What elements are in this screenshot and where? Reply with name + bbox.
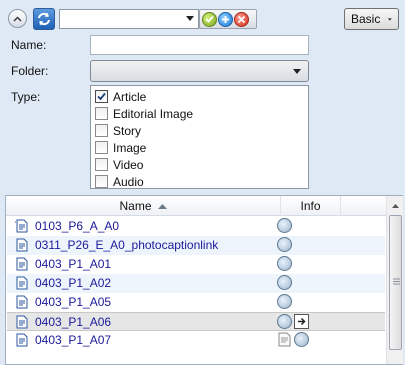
globe-icon <box>294 332 309 347</box>
table-row[interactable]: 0403_P1_A05 <box>7 293 385 312</box>
row-info <box>277 294 292 309</box>
row-name: 0403_P1_A07 <box>35 333 112 347</box>
table-row[interactable]: 0403_P1_A02 <box>7 274 385 293</box>
column-header-info[interactable]: Info <box>281 196 341 216</box>
type-item-audio[interactable]: Audio <box>95 173 144 190</box>
refresh-icon <box>38 12 50 26</box>
type-item-video[interactable]: Video <box>95 156 143 173</box>
query-actions <box>199 9 257 29</box>
row-info <box>277 256 292 271</box>
close-icon <box>237 15 246 23</box>
checkbox[interactable] <box>95 175 108 188</box>
mode-label: Basic <box>351 12 381 26</box>
type-item-label: Article <box>113 89 147 104</box>
checkbox[interactable] <box>95 158 108 171</box>
table-row-selected[interactable]: 0403_P1_A06 <box>7 312 385 331</box>
type-item-label: Audio <box>113 174 144 189</box>
refresh-button[interactable] <box>33 8 55 30</box>
folder-label: Folder: <box>11 64 49 78</box>
type-item-image[interactable]: Image <box>95 139 146 156</box>
column-name-label: Name <box>119 199 152 213</box>
table-row[interactable]: 0403_P1_A07 <box>7 331 385 350</box>
globe-icon <box>277 275 292 290</box>
article-icon <box>16 295 28 309</box>
results-table: Name Info 0103_P6_A_A0 0311_P26_E_A0_pho… <box>5 195 403 365</box>
row-name: 0403_P1_A02 <box>35 276 112 290</box>
row-name: 0403_P1_A06 <box>35 315 112 329</box>
collapse-button[interactable] <box>8 9 27 28</box>
chevron-down-icon <box>293 69 301 74</box>
type-item-label: Video <box>113 157 144 172</box>
row-info <box>277 332 309 347</box>
name-field[interactable] <box>90 35 309 55</box>
row-name: 0103_P6_A_A0 <box>35 219 120 233</box>
article-icon <box>16 238 28 252</box>
globe-icon <box>277 314 292 329</box>
grip-icon <box>393 278 400 285</box>
article-icon <box>16 333 28 347</box>
type-item-label: Story <box>113 123 142 138</box>
type-list: Article Editorial Image Story Image Vide… <box>90 85 309 189</box>
table-row[interactable]: 0403_P1_A01 <box>7 255 385 274</box>
row-name: 0403_P1_A05 <box>35 295 112 309</box>
globe-icon <box>277 237 292 252</box>
table-row[interactable]: 0103_P6_A_A0 <box>7 217 385 236</box>
row-info <box>277 218 292 233</box>
document-icon <box>278 332 291 347</box>
type-item-editorial-image[interactable]: Editorial Image <box>95 105 193 122</box>
row-info <box>277 275 292 290</box>
row-info <box>277 237 292 252</box>
folder-dropdown[interactable] <box>90 60 309 82</box>
check-icon <box>205 15 214 23</box>
mode-dropdown[interactable]: Basic <box>344 8 399 30</box>
chevron-down-icon <box>388 17 392 21</box>
type-item-label: Image <box>113 140 147 155</box>
row-name: 0403_P1_A01 <box>35 257 112 271</box>
table-row[interactable]: 0311_P26_E_A0_photocaptionlink <box>7 236 385 255</box>
checkbox[interactable] <box>95 141 108 154</box>
article-icon <box>16 257 28 271</box>
article-icon <box>16 276 28 290</box>
article-icon <box>15 219 28 233</box>
column-header-name[interactable]: Name <box>6 196 281 216</box>
name-label: Name: <box>11 38 47 52</box>
chevron-up-icon <box>13 16 22 21</box>
sort-ascending-icon <box>157 203 167 209</box>
column-info-label: Info <box>300 199 321 213</box>
scroll-thumb[interactable] <box>389 215 402 350</box>
remove-button[interactable] <box>234 11 249 27</box>
row-info <box>277 314 309 329</box>
chevron-down-icon <box>186 16 194 21</box>
article-icon <box>16 315 28 329</box>
saved-query-combo[interactable] <box>59 9 199 29</box>
scroll-up-icon <box>392 203 399 208</box>
checkbox-checked[interactable] <box>95 90 108 103</box>
checkbox[interactable] <box>95 124 108 137</box>
accept-button[interactable] <box>202 11 217 27</box>
type-item-label: Editorial Image <box>113 106 194 121</box>
open-arrow-icon[interactable] <box>294 314 309 329</box>
vertical-scrollbar[interactable] <box>386 196 403 364</box>
globe-icon <box>277 294 292 309</box>
row-name: 0311_P26_E_A0_photocaptionlink <box>35 238 219 252</box>
type-label: Type: <box>11 90 41 104</box>
checkbox[interactable] <box>95 107 108 120</box>
plus-icon <box>222 15 229 23</box>
checkmark-icon <box>97 92 106 101</box>
table-header: Name Info <box>6 196 386 216</box>
add-button[interactable] <box>218 11 233 27</box>
scroll-up-button[interactable] <box>388 198 403 213</box>
type-item-story[interactable]: Story <box>95 122 141 139</box>
globe-icon <box>277 218 292 233</box>
type-item-article[interactable]: Article <box>95 88 146 105</box>
globe-icon <box>277 256 292 271</box>
